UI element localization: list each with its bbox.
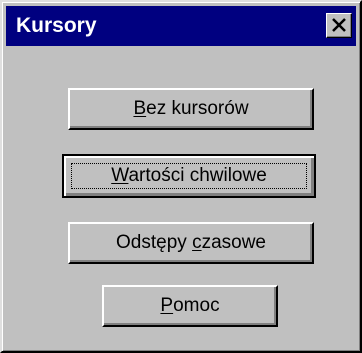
title-bar: Kursory: [6, 6, 356, 46]
wartosci-chwilowe-button[interactable]: Wartości chwilowe: [62, 154, 316, 198]
pomoc-button[interactable]: Pomoc: [102, 285, 278, 327]
bez-kursorow-label: Bez kursorów: [133, 98, 249, 119]
pomoc-label: Pomoc: [160, 295, 220, 316]
bez-kursorow-button[interactable]: Bez kursorów: [68, 88, 314, 130]
odstepy-czasowe-label: Odstępy czasowe: [116, 232, 266, 253]
close-icon: [332, 18, 346, 32]
window-title: Kursory: [16, 14, 97, 37]
close-button[interactable]: [326, 13, 352, 38]
wartosci-chwilowe-label: Wartości chwilowe: [111, 165, 267, 186]
odstepy-czasowe-button[interactable]: Odstępy czasowe: [68, 222, 314, 264]
kursory-dialog: Kursory Bez kursorów Wartości chwilowe O…: [0, 0, 362, 353]
